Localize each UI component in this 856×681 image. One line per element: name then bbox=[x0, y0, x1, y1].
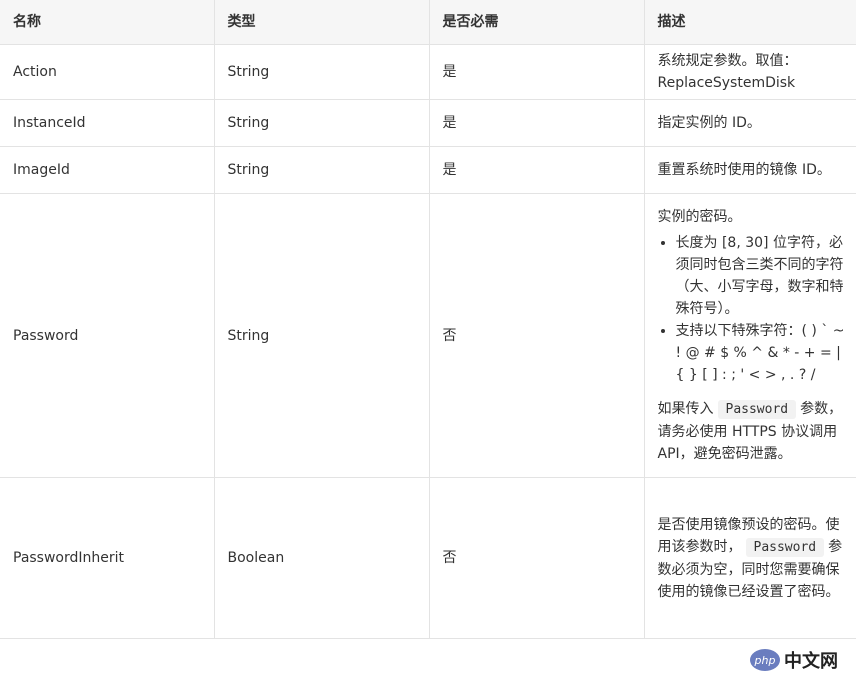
php-logo-icon: php bbox=[750, 649, 780, 671]
header-type: 类型 bbox=[213, 0, 430, 45]
param-type: Boolean bbox=[213, 477, 430, 639]
header-required: 是否必需 bbox=[428, 0, 645, 45]
param-description: 重置系统时使用的镜像 ID。 bbox=[643, 146, 856, 194]
list-item: 支持以下特殊字符：( ) ` ~ ! @ # $ % ^ & * - + = |… bbox=[676, 320, 849, 386]
table-row: Password String 否 实例的密码。 长度为 [8, 30] 位字符… bbox=[0, 193, 856, 478]
https-note: 如果传入 Password 参数，请务必使用 HTTPS 协议调用 API，避免密码… bbox=[658, 398, 849, 465]
table-row: ImageId String 是 重置系统时使用的镜像 ID。 bbox=[0, 146, 856, 194]
param-required: 否 bbox=[428, 193, 645, 478]
site-watermark: php 中文网 bbox=[746, 645, 842, 675]
param-required: 是 bbox=[428, 99, 645, 147]
param-name: ImageId bbox=[0, 146, 215, 194]
param-description: 系统规定参数。取值： ReplaceSystemDisk bbox=[643, 44, 856, 100]
param-name: Password bbox=[0, 193, 215, 478]
note-text: 如果传入 bbox=[657, 401, 714, 417]
table-row: PasswordInherit Boolean 否 是否使用镜像预设的密码。使用… bbox=[0, 477, 856, 639]
list-item: 长度为 [8, 30] 位字符，必须同时包含三类不同的字符（大、小写字母，数字和… bbox=[676, 232, 849, 320]
header-description: 描述 bbox=[643, 0, 856, 45]
table-row: Action String 是 系统规定参数。取值： ReplaceSystem… bbox=[0, 44, 856, 100]
table-header: 名称 类型 是否必需 描述 bbox=[0, 0, 856, 45]
param-description: 实例的密码。 长度为 [8, 30] 位字符，必须同时包含三类不同的字符（大、小… bbox=[643, 193, 856, 478]
param-description: 是否使用镜像预设的密码。使用该参数时， Password 参数必须为空，同时您需要确… bbox=[643, 477, 856, 639]
param-description: 指定实例的 ID。 bbox=[643, 99, 856, 147]
param-name: Action bbox=[0, 44, 215, 100]
header-name: 名称 bbox=[0, 0, 215, 45]
param-type: String bbox=[213, 193, 430, 478]
param-required: 是 bbox=[428, 44, 645, 100]
param-required: 否 bbox=[428, 477, 645, 639]
description-intro: 实例的密码。 bbox=[657, 209, 742, 225]
param-type: String bbox=[213, 99, 430, 147]
inline-code: Password bbox=[745, 537, 825, 557]
description-value: ReplaceSystemDisk bbox=[657, 75, 796, 91]
parameter-table: 名称 类型 是否必需 描述 Action String 是 系统规定参数。取值：… bbox=[0, 0, 856, 639]
table-row: InstanceId String 是 指定实例的 ID。 bbox=[0, 99, 856, 147]
param-required: 是 bbox=[428, 146, 645, 194]
requirement-list: 长度为 [8, 30] 位字符，必须同时包含三类不同的字符（大、小写字母，数字和… bbox=[658, 232, 849, 386]
param-name: PasswordInherit bbox=[0, 477, 215, 639]
description-text: 是否使用镜像预设的密码。使用该参数时， Password 参数必须为空，同时您需要确… bbox=[658, 514, 849, 603]
param-type: String bbox=[213, 146, 430, 194]
inline-code: Password bbox=[717, 400, 797, 419]
param-name: InstanceId bbox=[0, 99, 215, 147]
param-type: String bbox=[213, 44, 430, 100]
watermark-text: 中文网 bbox=[784, 651, 838, 672]
description-text: 系统规定参数。取值： bbox=[657, 53, 798, 69]
